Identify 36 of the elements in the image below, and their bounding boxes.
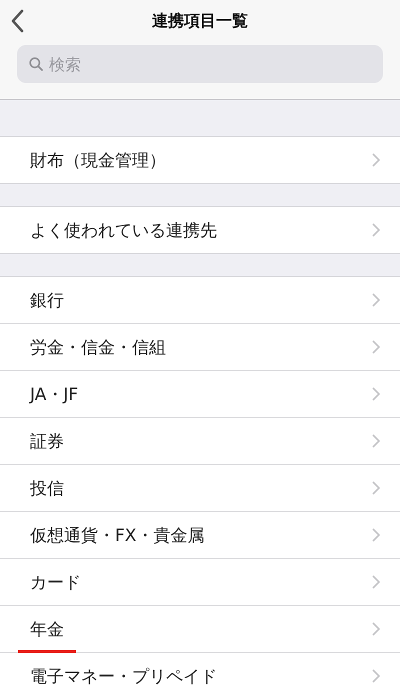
- item-label: JA・JF: [30, 384, 78, 406]
- chevron-icon: [372, 528, 380, 542]
- screen-title: 連携項目一覧: [152, 10, 248, 32]
- list-item[interactable]: 財布（現金管理）: [0, 137, 400, 183]
- item-label: 銀行: [30, 290, 64, 312]
- back-icon[interactable]: [10, 9, 24, 33]
- item-label: 証券: [30, 430, 64, 452]
- item-label: カード: [30, 572, 81, 594]
- list-item[interactable]: JA・JF: [0, 371, 400, 418]
- item-label: よく使われている連携先: [30, 220, 217, 242]
- list-item[interactable]: 電子マネー・プリペイド: [0, 653, 400, 688]
- chevron-icon: [372, 387, 380, 401]
- list-item[interactable]: 年金: [0, 606, 400, 653]
- item-label: 財布（現金管理）: [30, 150, 166, 172]
- chevron-icon: [372, 223, 380, 237]
- chevron-icon: [372, 481, 380, 495]
- search-field[interactable]: 検索: [17, 45, 383, 83]
- list-item[interactable]: 証券: [0, 418, 400, 465]
- chevron-icon: [372, 434, 380, 448]
- chevron-icon: [372, 669, 380, 683]
- list-item[interactable]: 銀行: [0, 277, 400, 324]
- item-label: 労金・信金・信組: [30, 336, 166, 358]
- item-label: 仮想通貨・FX・貴金属: [30, 524, 204, 546]
- item-label: 投信: [30, 478, 64, 500]
- chevron-icon: [372, 575, 380, 589]
- chevron-icon: [372, 340, 380, 354]
- chevron-icon: [372, 293, 380, 307]
- list-item[interactable]: 投信: [0, 465, 400, 512]
- list-item[interactable]: よく使われている連携先: [0, 207, 400, 253]
- chevron-icon: [372, 622, 380, 636]
- list-item[interactable]: 労金・信金・信組: [0, 324, 400, 371]
- list-item[interactable]: 仮想通貨・FX・貴金属: [0, 512, 400, 559]
- item-label: 年金: [30, 618, 64, 640]
- item-label: 電子マネー・プリペイド: [30, 666, 217, 688]
- chevron-icon: [372, 153, 380, 167]
- list-item[interactable]: カード: [0, 559, 400, 606]
